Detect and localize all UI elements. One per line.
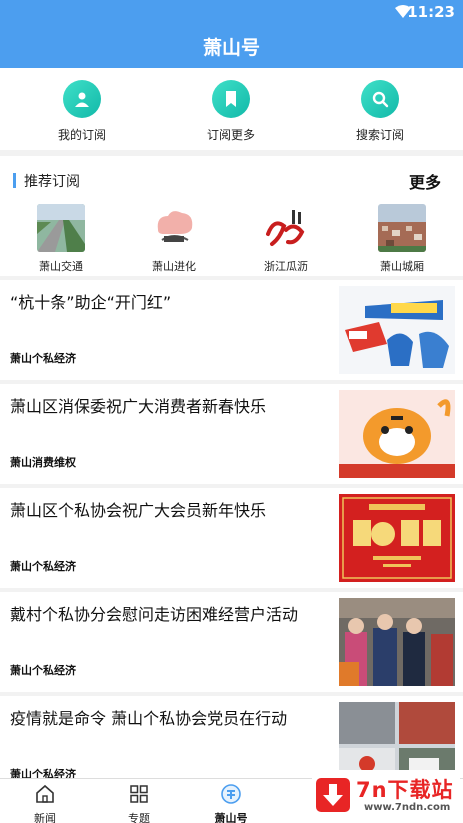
news-item[interactable]: “杭十条”助企“开门红” 萧山个私经济 bbox=[0, 280, 463, 380]
source-item[interactable]: 萧山进化 bbox=[134, 204, 214, 274]
source-label: 萧山城厢 bbox=[380, 260, 424, 273]
app-bar: 萧山号 bbox=[0, 24, 463, 68]
tab-news[interactable]: 新闻 bbox=[20, 784, 70, 823]
my-subscriptions-button[interactable]: 我的订阅 bbox=[27, 80, 137, 143]
news-headline: “杭十条”助企“开门红” bbox=[10, 293, 172, 312]
source-logo bbox=[262, 204, 310, 252]
status-bar: 11:23 bbox=[0, 0, 463, 24]
source-item[interactable]: 萧山城厢 bbox=[362, 204, 442, 274]
bookmark-icon bbox=[212, 80, 250, 118]
more-link[interactable]: 更多 bbox=[409, 169, 441, 193]
subscribe-more-button[interactable]: 订阅更多 bbox=[176, 80, 286, 143]
source-label: 浙江瓜沥 bbox=[264, 260, 308, 273]
status-time: 11:23 bbox=[407, 3, 455, 21]
search-subscriptions-button[interactable]: 搜索订阅 bbox=[325, 80, 435, 143]
tab-label: 萧山号 bbox=[214, 812, 248, 823]
news-thumbnail bbox=[339, 286, 455, 374]
news-headline: 疫情就是命令 萧山个私协会党员在行动 bbox=[10, 709, 288, 728]
section-heading: 推荐订阅 bbox=[24, 174, 80, 190]
news-headline: 萧山区个私协会祝广大会员新年快乐 bbox=[10, 501, 267, 520]
source-label: 萧山交通 bbox=[39, 260, 83, 273]
watermark-brand: 7n下载站 bbox=[356, 778, 454, 802]
news-item[interactable]: 萧山区个私协会祝广大会员新年快乐 萧山个私经济 bbox=[0, 488, 463, 588]
recommended-section: 推荐订阅 更多 萧山交通 萧山进化 浙江瓜沥 萧山城厢 bbox=[0, 156, 463, 276]
news-thumbnail bbox=[339, 390, 455, 478]
source-thumbnail bbox=[150, 204, 198, 252]
subscribe-more-label: 订阅更多 bbox=[206, 128, 255, 142]
tab-xiaoshan-hao[interactable]: 萧山号 bbox=[206, 784, 256, 823]
watermark: 7n下载站 www.7ndn.com bbox=[312, 770, 460, 820]
tab-label: 专题 bbox=[128, 812, 150, 823]
download-logo-icon bbox=[316, 778, 350, 812]
news-item[interactable]: 萧山区消保委祝广大消费者新春快乐 萧山消费维权 bbox=[0, 384, 463, 484]
search-icon bbox=[361, 80, 399, 118]
news-source-tag: 萧山个私经济 bbox=[10, 664, 76, 677]
home-icon bbox=[36, 784, 54, 803]
person-icon bbox=[63, 80, 101, 118]
tab-label: 新闻 bbox=[34, 812, 56, 823]
search-subscriptions-label: 搜索订阅 bbox=[355, 128, 404, 142]
source-label: 萧山进化 bbox=[152, 260, 196, 273]
news-item[interactable]: 戴村个私协分会慰问走访困难经营户活动 萧山个私经济 bbox=[0, 592, 463, 692]
section-accent-bar bbox=[13, 173, 16, 188]
tab-topics[interactable]: 专题 bbox=[114, 784, 164, 823]
news-headline: 戴村个私协分会慰问走访困难经营户活动 bbox=[10, 605, 299, 624]
source-thumbnail bbox=[37, 204, 85, 252]
news-source-tag: 萧山个私经济 bbox=[10, 560, 76, 573]
news-source-tag: 萧山消费维权 bbox=[10, 456, 76, 469]
grid-icon bbox=[130, 785, 148, 803]
watermark-url: www.7ndn.com bbox=[364, 802, 451, 813]
news-headline: 萧山区消保委祝广大消费者新春快乐 bbox=[10, 397, 267, 416]
news-thumbnail bbox=[339, 598, 455, 686]
quick-actions: 我的订阅 订阅更多 搜索订阅 bbox=[0, 68, 463, 150]
source-item[interactable]: 浙江瓜沥 bbox=[246, 204, 326, 274]
source-item[interactable]: 萧山交通 bbox=[21, 204, 101, 274]
news-thumbnail bbox=[339, 494, 455, 582]
page-title: 萧山号 bbox=[202, 37, 260, 59]
my-subscriptions-label: 我的订阅 bbox=[57, 128, 106, 142]
xiaoshan-hao-icon bbox=[221, 784, 241, 804]
source-thumbnail bbox=[378, 204, 426, 252]
news-source-tag: 萧山个私经济 bbox=[10, 352, 76, 365]
